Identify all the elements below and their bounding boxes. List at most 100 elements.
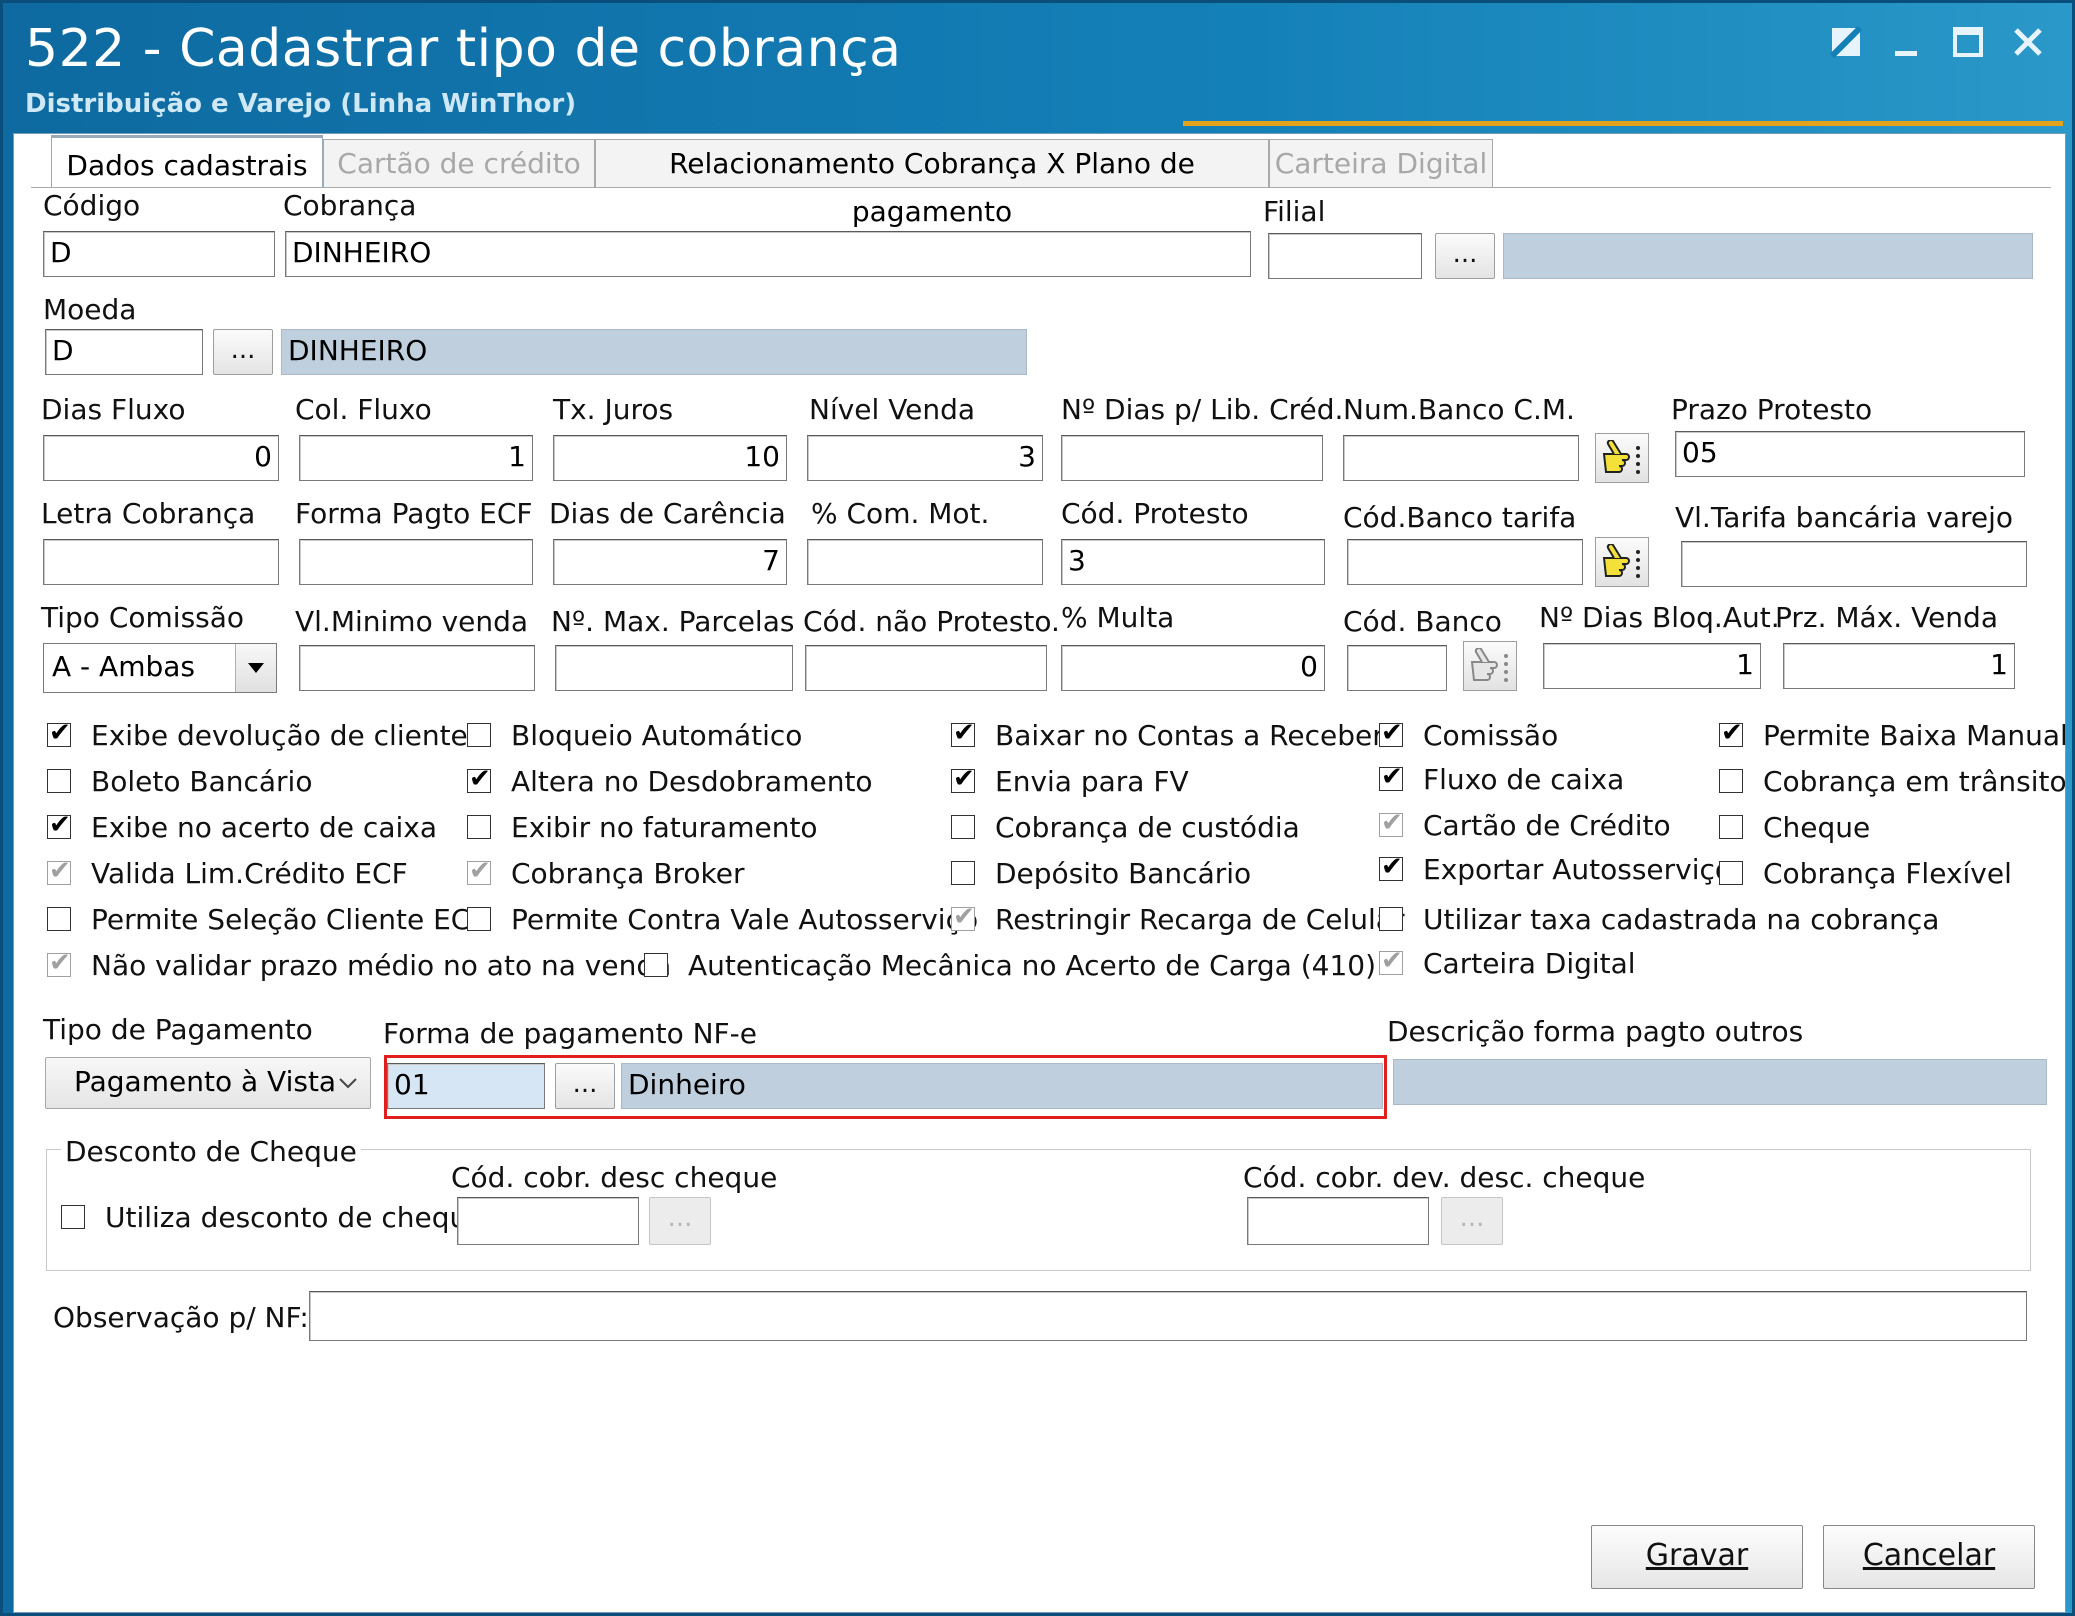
chk-fluxo-caixa[interactable]: Fluxo de caixa bbox=[1379, 761, 1624, 797]
com-mot-label: % Com. Mot. bbox=[811, 497, 990, 530]
vl-minimo-input[interactable] bbox=[299, 645, 535, 691]
chk-envia-fv[interactable]: Envia para FV bbox=[951, 763, 1189, 799]
chk-autenticacao-mecanica[interactable]: Autenticação Mecânica no Acerto de Carga… bbox=[644, 947, 1376, 983]
chk-permite-baixa-manual[interactable]: Permite Baixa Manual bbox=[1719, 717, 2068, 753]
checkbox-icon[interactable] bbox=[1379, 718, 1403, 748]
cod-cobr-desc-input[interactable] bbox=[457, 1197, 639, 1245]
checkbox-icon[interactable] bbox=[47, 718, 71, 748]
chk-exportar-autosservico[interactable]: Exportar Autosserviço bbox=[1379, 851, 1732, 887]
cod-protesto-input[interactable]: 3 bbox=[1061, 539, 1325, 585]
letra-cobranca-input[interactable] bbox=[43, 539, 279, 585]
num-banco-cm-pointer-button[interactable] bbox=[1595, 433, 1649, 483]
checkbox-icon bbox=[951, 902, 975, 932]
tx-juros-input[interactable]: 10 bbox=[553, 435, 787, 481]
dias-lib-cred-input[interactable] bbox=[1061, 435, 1323, 481]
forma-pagto-ecf-input[interactable] bbox=[299, 539, 533, 585]
checkbox-icon[interactable] bbox=[951, 815, 975, 839]
chk-baixar-contas-receber[interactable]: Baixar no Contas a Receber bbox=[951, 717, 1384, 753]
chk-permite-contra-vale[interactable]: Permite Contra Vale Autosserviço bbox=[467, 901, 978, 937]
chk-boleto-bancario[interactable]: Boleto Bancário bbox=[47, 763, 312, 799]
max-parcelas-input[interactable] bbox=[555, 645, 793, 691]
chevron-down-icon[interactable] bbox=[338, 1058, 358, 1106]
chk-bloqueio-automatico[interactable]: Bloqueio Automático bbox=[467, 717, 802, 753]
prz-max-venda-input[interactable]: 1 bbox=[1783, 643, 2015, 689]
checkbox-icon[interactable] bbox=[951, 718, 975, 748]
checkbox-icon[interactable] bbox=[1379, 762, 1403, 792]
moeda-input[interactable]: D bbox=[45, 329, 203, 375]
checkbox-icon[interactable] bbox=[1719, 815, 1743, 839]
minimize-icon[interactable] bbox=[1881, 21, 1931, 71]
checkbox-icon[interactable] bbox=[467, 815, 491, 839]
gravar-button[interactable]: Gravar bbox=[1591, 1525, 1803, 1589]
vl-tarifa-input[interactable] bbox=[1681, 541, 2027, 587]
chk-cobranca-broker: Cobrança Broker bbox=[467, 855, 745, 891]
tipo-pagamento-select[interactable]: Pagamento à Vista bbox=[45, 1057, 371, 1109]
filial-input[interactable] bbox=[1268, 233, 1422, 279]
chk-exibe-acerto-caixa[interactable]: Exibe no acerto de caixa bbox=[47, 809, 437, 845]
checkbox-icon[interactable] bbox=[47, 769, 71, 793]
forma-pagamento-code-input[interactable]: 01 bbox=[387, 1063, 545, 1109]
nivel-venda-input[interactable]: 3 bbox=[807, 435, 1043, 481]
cod-nao-protesto-input[interactable] bbox=[805, 645, 1047, 691]
dias-fluxo-input[interactable]: 0 bbox=[43, 435, 279, 481]
chevron-down-icon[interactable] bbox=[235, 644, 276, 692]
chk-cheque[interactable]: Cheque bbox=[1719, 809, 1870, 845]
checkbox-icon[interactable] bbox=[467, 764, 491, 794]
checkbox-icon[interactable] bbox=[61, 1205, 85, 1229]
cod-banco-tarifa-pointer-button[interactable] bbox=[1595, 537, 1649, 587]
cod-protesto-label: Cód. Protesto bbox=[1061, 497, 1249, 530]
chk-exibe-devolucao[interactable]: Exibe devolução de cliente bbox=[47, 717, 468, 753]
cod-banco-input[interactable] bbox=[1347, 645, 1447, 691]
observacao-label: Observação p/ NF: bbox=[53, 1301, 309, 1334]
chk-permite-selecao-cliente[interactable]: Permite Seleção Cliente ECF bbox=[47, 901, 486, 937]
cod-cobr-dev-input[interactable] bbox=[1247, 1197, 1429, 1245]
prazo-protesto-input[interactable]: 05 bbox=[1675, 431, 2025, 477]
chk-cobranca-custodia[interactable]: Cobrança de custódia bbox=[951, 809, 1300, 845]
checkbox-icon[interactable] bbox=[1379, 907, 1403, 931]
checkbox-icon[interactable] bbox=[47, 810, 71, 840]
chk-deposito-bancario[interactable]: Depósito Bancário bbox=[951, 855, 1251, 891]
chk-utiliza-desconto-cheque[interactable]: Utiliza desconto de cheque bbox=[61, 1199, 484, 1235]
checkbox-icon[interactable] bbox=[1719, 718, 1743, 748]
col-fluxo-input[interactable]: 1 bbox=[299, 435, 533, 481]
maximize-icon[interactable] bbox=[1943, 21, 1993, 71]
desc-outros-input[interactable] bbox=[1393, 1059, 2047, 1105]
checkbox-icon[interactable] bbox=[1719, 769, 1743, 793]
codigo-input[interactable]: D bbox=[43, 231, 275, 277]
chk-cobranca-flexivel[interactable]: Cobrança Flexível bbox=[1719, 855, 2012, 891]
checkbox-icon[interactable] bbox=[467, 723, 491, 747]
forma-pagamento-lookup-button[interactable]: ... bbox=[555, 1063, 615, 1109]
filial-lookup-button[interactable]: ... bbox=[1435, 233, 1495, 279]
restore-icon[interactable] bbox=[1821, 21, 1871, 71]
checkbox-icon[interactable] bbox=[951, 861, 975, 885]
tab-relacionamento[interactable]: Relacionamento Cobrança X Plano de pagam… bbox=[595, 139, 1269, 228]
chk-comissao[interactable]: Comissão bbox=[1379, 717, 1558, 753]
tipo-comissao-select[interactable]: A - Ambas bbox=[43, 643, 277, 693]
com-mot-input[interactable] bbox=[807, 539, 1043, 585]
tab-dados-cadastrais[interactable]: Dados cadastrais bbox=[51, 135, 323, 187]
dias-carencia-input[interactable]: 7 bbox=[553, 539, 787, 585]
cobranca-input[interactable]: DINHEIRO bbox=[285, 231, 1251, 277]
dias-bloq-input[interactable]: 1 bbox=[1543, 643, 1761, 689]
chk-utilizar-taxa[interactable]: Utilizar taxa cadastrada na cobrança bbox=[1379, 901, 1939, 937]
checkbox-icon[interactable] bbox=[1379, 852, 1403, 882]
checkbox-icon[interactable] bbox=[47, 907, 71, 931]
checkbox-icon[interactable] bbox=[467, 907, 491, 931]
checkbox-icon[interactable] bbox=[644, 953, 668, 977]
chk-altera-desdobramento[interactable]: Altera no Desdobramento bbox=[467, 763, 873, 799]
cobranca-label: Cobrança bbox=[283, 189, 417, 222]
cod-banco-tarifa-input[interactable] bbox=[1347, 539, 1583, 585]
num-banco-cm-input[interactable] bbox=[1343, 435, 1579, 481]
checkbox-icon bbox=[1379, 946, 1403, 976]
multa-input[interactable]: 0 bbox=[1061, 645, 1325, 691]
observacao-input[interactable] bbox=[309, 1291, 2027, 1341]
checkbox-icon[interactable] bbox=[1719, 861, 1743, 885]
moeda-lookup-button[interactable]: ... bbox=[213, 329, 273, 375]
moeda-description: DINHEIRO bbox=[281, 329, 1027, 375]
chk-exibir-faturamento[interactable]: Exibir no faturamento bbox=[467, 809, 818, 845]
checkbox-icon[interactable] bbox=[951, 764, 975, 794]
chk-cobranca-transito[interactable]: Cobrança em trânsito bbox=[1719, 763, 2067, 799]
cancelar-button[interactable]: Cancelar bbox=[1823, 1525, 2035, 1589]
close-icon[interactable] bbox=[2003, 21, 2053, 71]
cod-banco-pointer-button[interactable] bbox=[1463, 641, 1517, 691]
